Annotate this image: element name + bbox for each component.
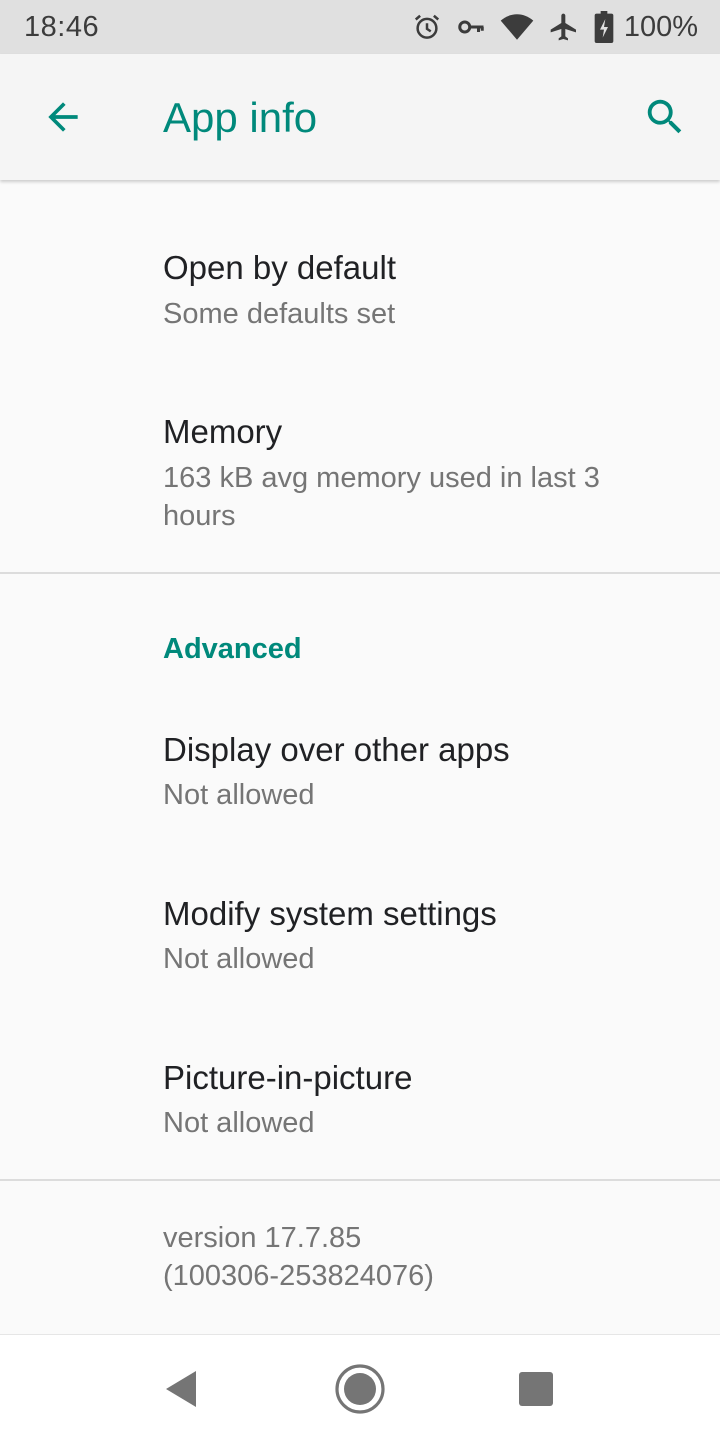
status-icons: 100% xyxy=(398,11,698,44)
search-button[interactable] xyxy=(632,84,698,150)
memory-item[interactable]: Memory 163 kB avg memory used in last 3 … xyxy=(0,400,720,550)
alarm-icon xyxy=(412,12,442,42)
nav-recents-button[interactable] xyxy=(504,1357,568,1421)
display-over-other-apps-title: Display over other apps xyxy=(163,731,510,768)
back-button[interactable] xyxy=(30,84,96,150)
navigation-bar xyxy=(0,1334,720,1440)
battery-percent: 100% xyxy=(623,10,698,43)
back-triangle-icon xyxy=(166,1371,196,1407)
recents-square-icon xyxy=(519,1372,553,1406)
vpn-key-icon xyxy=(456,12,486,42)
search-icon xyxy=(647,99,682,134)
nav-home-button[interactable] xyxy=(328,1357,392,1421)
open-by-default-item[interactable]: Open by default Some defaults set xyxy=(0,236,720,366)
arrow-back-icon xyxy=(48,102,78,132)
advanced-section-header: Advanced xyxy=(163,633,302,665)
airplane-icon xyxy=(548,11,580,43)
page-title: App info xyxy=(163,94,318,141)
picture-in-picture-title: Picture-in-picture xyxy=(163,1059,413,1096)
modify-system-settings-summary: Not allowed xyxy=(163,943,315,975)
version-text: version 17.7.85 (100306-253824076) xyxy=(163,1222,434,1292)
battery-charging-icon xyxy=(594,11,614,43)
nav-back-button[interactable] xyxy=(150,1357,214,1421)
divider xyxy=(0,572,720,574)
wifi-icon xyxy=(500,12,534,42)
modify-system-settings-title: Modify system settings xyxy=(163,895,497,932)
home-circle-icon xyxy=(335,1364,385,1414)
app-bar: App info xyxy=(0,54,720,180)
display-over-other-apps-summary: Not allowed xyxy=(163,779,315,811)
status-time: 18:46 xyxy=(24,10,100,43)
open-by-default-title: Open by default xyxy=(163,249,396,286)
memory-summary: 163 kB avg memory used in last 3 hours xyxy=(163,462,600,532)
open-by-default-summary: Some defaults set xyxy=(163,298,396,330)
memory-title: Memory xyxy=(163,413,283,450)
picture-in-picture-item[interactable]: Picture-in-picture Not allowed xyxy=(0,1046,720,1176)
modify-system-settings-item[interactable]: Modify system settings Not allowed xyxy=(0,882,720,1012)
picture-in-picture-summary: Not allowed xyxy=(163,1107,315,1139)
status-bar: 18:46 100% xyxy=(0,0,720,54)
divider xyxy=(0,1179,720,1181)
display-over-other-apps-item[interactable]: Display over other apps Not allowed xyxy=(0,718,720,848)
